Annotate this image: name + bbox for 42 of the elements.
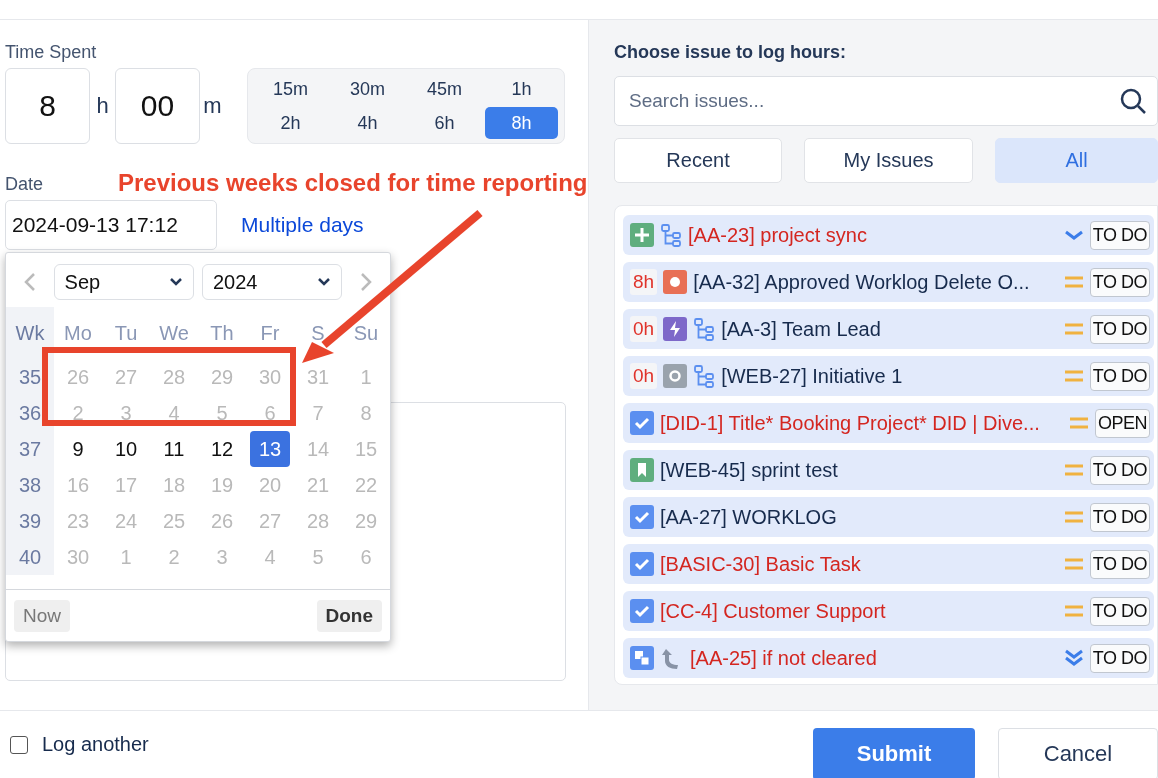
issue-title: [DID-1] Title* Booking Project* DID | Dive... <box>660 411 1041 435</box>
issue-title: [WEB-45] sprint test <box>660 458 839 482</box>
unit-label: m <box>202 93 223 119</box>
status-badge: TO DO <box>1089 361 1150 391</box>
weekday-label: Mo <box>63 320 93 346</box>
weekday-label: S <box>310 320 326 346</box>
week-number: 39 <box>6 503 54 539</box>
week-number: 37 <box>6 431 54 467</box>
week-header: Wk <box>6 307 54 359</box>
status-badge: TO DO <box>1089 549 1150 579</box>
status-badge: TO DO <box>1089 314 1150 344</box>
checkbox-label: Log another <box>42 733 149 756</box>
weekday-label: Su <box>352 320 380 346</box>
week-number: 40 <box>6 539 54 575</box>
weekday-label: Tu <box>113 320 139 346</box>
issue-title: [WEB-27] Initiative 1 <box>721 364 904 388</box>
annotation-text: Previous weeks closed for time reporting <box>118 169 588 197</box>
status-badge: TO DO <box>1089 455 1150 485</box>
weekday-label: Th <box>209 320 235 346</box>
issue-title: [BASIC-30] Basic Task <box>660 552 862 576</box>
weekday-label: We <box>158 320 190 346</box>
issue-title: [AA-32] Approved Worklog Delete O... <box>693 270 1031 294</box>
hours-badge: 8h <box>630 269 658 295</box>
field-label: Time Spent <box>5 42 97 63</box>
hours-badge: 0h <box>630 363 658 389</box>
status-badge: TO DO <box>1089 596 1150 626</box>
weekday-label: Fr <box>259 320 281 346</box>
status-badge: TO DO <box>1089 643 1150 673</box>
week-number: 38 <box>6 467 54 503</box>
issue-title: [AA-27] WORKLOG <box>660 505 838 529</box>
status-badge: OPEN <box>1095 408 1150 438</box>
section-heading: Choose issue to log hours: <box>614 42 847 63</box>
status-badge: TO DO <box>1089 220 1150 250</box>
issue-title: [AA-25] if not cleared <box>690 646 878 670</box>
issue-title: [AA-23] project sync <box>688 223 868 247</box>
issue-title: [AA-3] Team Lead <box>721 317 882 341</box>
hours-badge: 0h <box>630 316 658 342</box>
status-badge: TO DO <box>1089 502 1150 532</box>
field-label: Date <box>5 174 44 195</box>
status-badge: TO DO <box>1089 267 1150 297</box>
issue-title: [CC-4] Customer Support <box>660 599 887 623</box>
unit-label: h <box>95 93 110 119</box>
